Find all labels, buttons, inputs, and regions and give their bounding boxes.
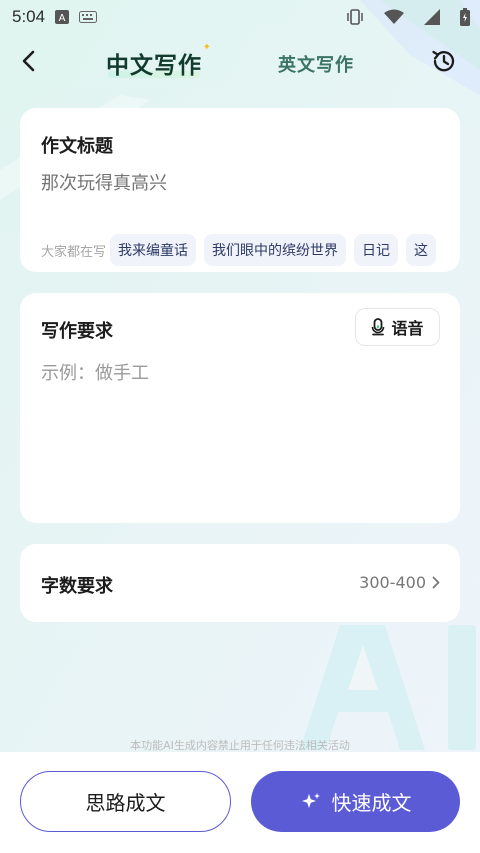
suggestion-chip[interactable]: 我们眼中的缤纷世界 — [204, 234, 347, 266]
suggestion-chip[interactable]: 这 — [406, 234, 437, 266]
back-button[interactable] — [14, 46, 44, 76]
quick-compose-label: 快速成文 — [331, 791, 412, 815]
status-bar: 5:04 A — [0, 0, 480, 34]
quick-compose-button[interactable]: 快速成文 — [251, 771, 460, 832]
keyboard-icon — [79, 11, 98, 23]
suggestion-row: 大家都在写 我来编童话 我们眼中的缤纷世界 日记 这 — [41, 234, 460, 266]
wifi-icon — [384, 9, 404, 25]
tab-chinese-label: 中文写作 — [106, 53, 202, 79]
suggestion-label: 大家都在写 — [41, 244, 107, 260]
outline-compose-label: 思路成文 — [85, 791, 166, 815]
wordcount-card[interactable]: 字数要求 300-400 — [20, 544, 460, 622]
signal-icon — [424, 9, 440, 25]
tab-english-writing[interactable]: 英文写作 — [278, 51, 354, 77]
voice-input-button[interactable]: 语音 — [355, 308, 440, 346]
tab-english-label: 英文写作 — [278, 55, 354, 76]
microphone-icon — [372, 318, 385, 336]
title-input[interactable] — [41, 173, 441, 194]
chevron-left-icon — [22, 50, 35, 72]
requirement-card-heading: 写作要求 — [41, 321, 113, 342]
outline-compose-button[interactable]: 思路成文 — [20, 771, 231, 832]
disclaimer-text: 本功能AI生成内容禁止用于任何违法相关活动 — [130, 739, 350, 752]
wordcount-selector[interactable]: 300-400 — [359, 573, 440, 592]
sparkle-icon: ✦ — [202, 42, 212, 53]
tab-chinese-writing[interactable]: 中文写作 ✦ — [106, 42, 211, 80]
suggestion-chip[interactable]: 日记 — [354, 234, 399, 266]
header: 中文写作 ✦ 英文写作 — [0, 40, 480, 84]
svg-text:A: A — [59, 13, 66, 24]
bottom-action-bar: 思路成文 快速成文 — [0, 752, 480, 853]
wordcount-value: 300-400 — [359, 573, 426, 592]
requirement-input[interactable]: 示例：做手工 — [41, 359, 149, 385]
battery-icon — [460, 8, 470, 26]
title-card-heading: 作文标题 — [41, 136, 113, 157]
chevron-right-icon — [432, 576, 440, 589]
requirement-card: 写作要求 语音 示例：做手工 — [20, 293, 460, 523]
history-button[interactable] — [428, 45, 460, 77]
sparkle-icon — [301, 792, 320, 808]
voice-button-label: 语音 — [391, 319, 424, 338]
title-card: 作文标题 大家都在写 我来编童话 我们眼中的缤纷世界 日记 这 — [20, 108, 460, 272]
suggestion-chip[interactable]: 我来编童话 — [110, 234, 197, 266]
a-badge-icon: A — [55, 10, 70, 24]
vibrate-icon — [346, 9, 364, 25]
status-time: 5:04 — [12, 7, 46, 26]
wordcount-heading: 字数要求 — [41, 576, 113, 597]
history-icon — [432, 50, 455, 72]
